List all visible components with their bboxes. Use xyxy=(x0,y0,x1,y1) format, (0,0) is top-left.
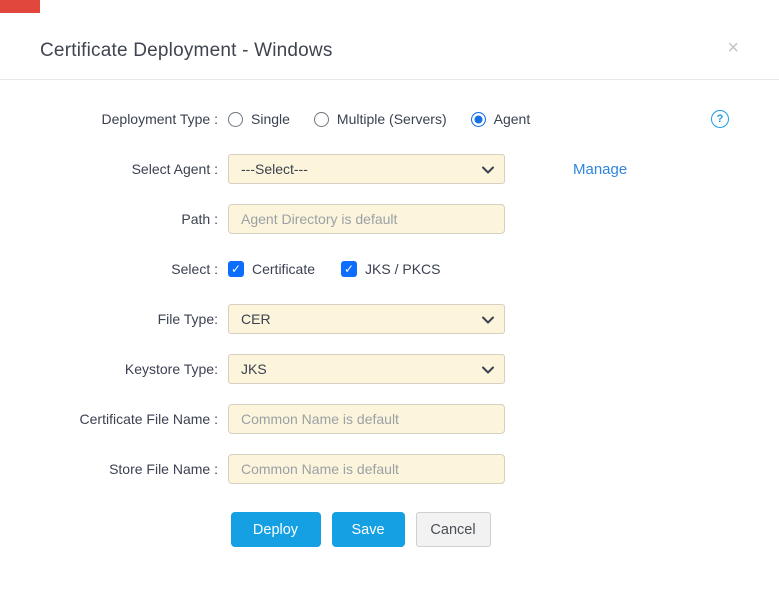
cancel-button[interactable]: Cancel xyxy=(416,512,491,547)
save-button[interactable]: Save xyxy=(332,512,405,547)
help-icon[interactable]: ? xyxy=(711,110,729,128)
store-file-name-input[interactable] xyxy=(228,454,505,484)
file-type-value: CER xyxy=(241,311,271,327)
file-type-label: File Type: xyxy=(0,311,218,327)
checkbox-checked-icon: ✓ xyxy=(228,261,244,277)
keystore-type-dropdown[interactable]: JKS xyxy=(228,354,505,384)
checkbox-jks-pkcs[interactable]: ✓ JKS / PKCS xyxy=(341,261,440,277)
radio-agent-label: Agent xyxy=(494,111,531,127)
row-path: Path : xyxy=(0,204,779,234)
row-select-checkboxes: Select : ✓ Certificate ✓ JKS / PKCS xyxy=(0,254,779,284)
select-agent-label: Select Agent : xyxy=(0,161,218,177)
radio-single-label: Single xyxy=(251,111,290,127)
deployment-type-options: Single Multiple (Servers) Agent xyxy=(228,111,554,127)
close-icon[interactable]: × xyxy=(727,38,739,58)
store-file-name-label: Store File Name : xyxy=(0,461,218,477)
chevron-down-icon xyxy=(482,366,494,374)
radio-multiple-servers-label: Multiple (Servers) xyxy=(337,111,447,127)
keystore-type-label: Keystore Type: xyxy=(0,361,218,377)
chevron-down-icon xyxy=(482,316,494,324)
checkbox-certificate-label: Certificate xyxy=(252,261,315,277)
select-agent-value: ---Select--- xyxy=(241,161,308,177)
path-input[interactable] xyxy=(228,204,505,234)
radio-agent[interactable]: Agent xyxy=(471,111,531,127)
row-store-file-name: Store File Name : xyxy=(0,454,779,484)
checkbox-jks-pkcs-label: JKS / PKCS xyxy=(365,261,440,277)
deploy-button[interactable]: Deploy xyxy=(231,512,321,547)
row-deployment-type: Deployment Type : Single Multiple (Serve… xyxy=(0,104,779,134)
certificate-deployment-form: Deployment Type : Single Multiple (Serve… xyxy=(0,80,779,547)
radio-multiple-servers[interactable]: Multiple (Servers) xyxy=(314,111,447,127)
checkbox-checked-icon: ✓ xyxy=(341,261,357,277)
select-agent-dropdown[interactable]: ---Select--- xyxy=(228,154,505,184)
file-type-dropdown[interactable]: CER xyxy=(228,304,505,334)
path-label: Path : xyxy=(0,211,218,227)
manage-link[interactable]: Manage xyxy=(573,161,627,178)
page-corner-accent xyxy=(0,0,40,13)
select-label: Select : xyxy=(0,261,218,277)
checkbox-certificate[interactable]: ✓ Certificate xyxy=(228,261,315,277)
dialog-header: Certificate Deployment - Windows × xyxy=(0,0,779,80)
certificate-file-name-label: Certificate File Name : xyxy=(0,411,218,427)
radio-unchecked-icon xyxy=(228,112,243,127)
dialog-actions: Deploy Save Cancel xyxy=(0,512,779,547)
row-select-agent: Select Agent : ---Select--- Manage xyxy=(0,154,779,184)
radio-unchecked-icon xyxy=(314,112,329,127)
row-keystore-type: Keystore Type: JKS xyxy=(0,354,779,384)
chevron-down-icon xyxy=(482,166,494,174)
deployment-type-label: Deployment Type : xyxy=(0,111,218,127)
keystore-type-value: JKS xyxy=(241,361,267,377)
row-certificate-file-name: Certificate File Name : xyxy=(0,404,779,434)
radio-single[interactable]: Single xyxy=(228,111,290,127)
certificate-file-name-input[interactable] xyxy=(228,404,505,434)
row-file-type: File Type: CER xyxy=(0,304,779,334)
radio-checked-icon xyxy=(471,112,486,127)
dialog-title: Certificate Deployment - Windows xyxy=(40,40,333,62)
